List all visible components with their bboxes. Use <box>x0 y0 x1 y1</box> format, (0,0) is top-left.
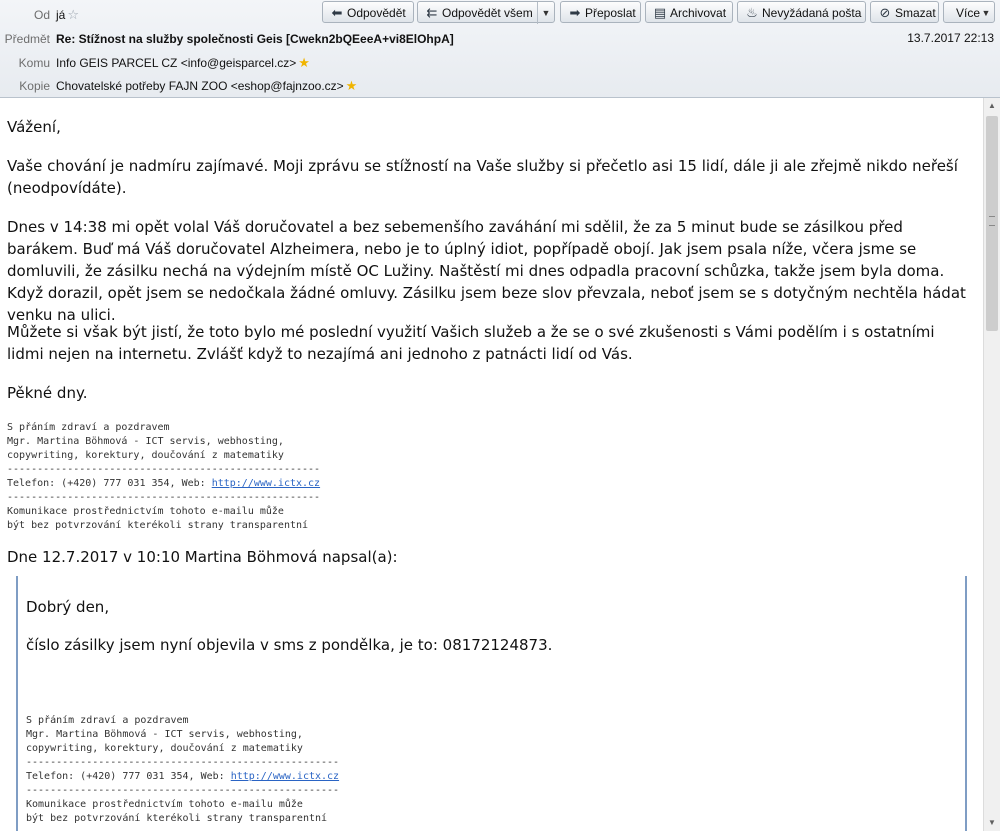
more-button[interactable]: Více ▼ <box>943 1 995 23</box>
forward-icon: ➡ <box>569 5 581 20</box>
message-body: Vážení, Vaše chování je nadmíru zajímavé… <box>0 98 983 831</box>
to-row: Komu Info GEIS PARCEL CZ <info@geisparce… <box>0 53 400 73</box>
signature-separator: ----------------------------------------… <box>26 757 340 768</box>
website-link[interactable]: http://www.ictx.cz <box>231 771 339 782</box>
signature-line: S přáním zdraví a pozdravem <box>7 422 170 433</box>
forward-button[interactable]: ➡ Přeposlat <box>560 1 641 23</box>
greeting: Vážení, <box>7 118 61 136</box>
signature-contact: Telefon: (+420) 777 031 354, Web: http:/… <box>26 770 339 784</box>
signature-contact: Telefon: (+420) 777 031 354, Web: http:/… <box>7 477 320 491</box>
signature-separator: ----------------------------------------… <box>7 492 321 503</box>
star-icon[interactable]: ★ <box>298 55 310 70</box>
star-icon[interactable]: ☆ <box>67 7 79 22</box>
signature-separator: ----------------------------------------… <box>26 785 340 796</box>
reply-all-button[interactable]: ⇇ Odpovědět všem ▼ <box>417 1 555 24</box>
paragraph-3: Můžete si však být jistí, že toto bylo m… <box>7 323 935 363</box>
message-date: 13.7.2017 22:13 <box>907 31 994 45</box>
signature-line: být bez potvrzování kterékoli strany tra… <box>7 520 309 531</box>
more-dropdown-icon: ▼ <box>981 8 991 18</box>
reply-icon: ⬅ <box>331 5 343 20</box>
quote-greeting: Dobrý den, <box>26 598 110 616</box>
quoted-message: Dobrý den, číslo zásilky jsem nyní objev… <box>16 576 967 831</box>
scroll-down-icon[interactable]: ▼ <box>984 815 1000 831</box>
signature-phone: Telefon: (+420) 777 031 354, Web: <box>7 478 212 489</box>
scroll-up-icon[interactable]: ▲ <box>984 98 1000 114</box>
signature-line: copywriting, korektury, doučování z mate… <box>7 450 284 461</box>
reply-button[interactable]: ⬅ Odpovědět <box>322 1 414 23</box>
signature-line: copywriting, korektury, doučování z mate… <box>26 743 303 754</box>
from-address[interactable]: já <box>56 8 65 22</box>
forward-label: Přeposlat <box>585 6 636 20</box>
delete-button[interactable]: ⊘ Smazat <box>870 1 939 23</box>
from-row: Od já ☆ <box>0 5 320 25</box>
quote-paragraph: číslo zásilky jsem nyní objevila v sms z… <box>26 636 553 654</box>
quote-header: Dne 12.7.2017 v 10:10 Martina Böhmová na… <box>7 548 398 566</box>
paragraph-2: Dnes v 14:38 mi opět volal Váš doručovat… <box>7 218 966 324</box>
to-value: Info GEIS PARCEL CZ <info@geisparcel.cz>… <box>56 53 310 73</box>
reply-all-label: Odpovědět všem <box>442 6 533 20</box>
website-link[interactable]: http://www.ictx.cz <box>212 478 320 489</box>
archive-icon: ▤ <box>653 5 667 20</box>
reply-all-dropdown-icon[interactable]: ▼ <box>537 2 554 24</box>
from-value[interactable]: já ☆ <box>56 5 79 25</box>
signature-line: Komunikace prostřednictvím tohoto e-mail… <box>7 506 284 517</box>
signature-line: Mgr. Martina Böhmová - ICT servis, webho… <box>26 729 303 740</box>
message-header: Od já ☆ ⬅ Odpovědět ⇇ Odpovědět všem ▼ ➡ Pře… <box>0 0 1000 98</box>
vertical-scrollbar[interactable]: ▲ ▼ <box>983 98 1000 831</box>
subject-label: Předmět <box>4 32 50 46</box>
reply-label: Odpovědět <box>347 6 406 20</box>
from-label: Od <box>33 8 50 22</box>
signature-line: být bez potvrzování kterékoli strany tra… <box>26 813 328 824</box>
paragraph-1: Vaše chování je nadmíru zajímavé. Moji z… <box>7 157 958 197</box>
delete-label: Smazat <box>895 6 936 20</box>
to-address[interactable]: Info GEIS PARCEL CZ <info@geisparcel.cz> <box>56 56 296 70</box>
cc-label: Kopie <box>19 79 50 93</box>
junk-button[interactable]: ♨ Nevyžádaná pošta <box>737 1 866 23</box>
more-label: Více <box>956 6 981 20</box>
to-label: Komu <box>18 56 50 70</box>
reply-all-icon: ⇇ <box>426 5 438 20</box>
subject-value: Re: Stížnost na služby společnosti Geis … <box>56 32 454 46</box>
signature-separator: ----------------------------------------… <box>7 464 321 475</box>
signature-phone: Telefon: (+420) 777 031 354, Web: <box>26 771 231 782</box>
signature: S přáním zdraví a pozdravem Mgr. Martina … <box>7 421 320 533</box>
quote-signature: S přáním zdraví a pozdravem Mgr. Martina … <box>26 714 339 826</box>
grip-icon <box>989 216 995 226</box>
signature-line: S přáním zdraví a pozdravem <box>26 715 189 726</box>
star-icon[interactable]: ★ <box>346 78 358 93</box>
delete-icon: ⊘ <box>879 5 891 20</box>
closing: Pěkné dny. <box>7 384 88 402</box>
junk-icon: ♨ <box>746 5 758 20</box>
subject-row: Předmět Re: Stížnost na služby společnos… <box>0 29 900 49</box>
junk-label: Nevyžádaná pošta <box>762 6 862 20</box>
signature-line: Mgr. Martina Böhmová - ICT servis, webho… <box>7 436 284 447</box>
signature-line: Komunikace prostřednictvím tohoto e-mail… <box>26 799 303 810</box>
archive-label: Archivovat <box>670 6 727 20</box>
cc-row: Kopie Chovatelské potřeby FAJN ZOO <esho… <box>0 76 400 96</box>
cc-address[interactable]: Chovatelské potřeby FAJN ZOO <eshop@fajn… <box>56 79 344 93</box>
archive-button[interactable]: ▤ Archivovat <box>645 1 733 23</box>
scrollbar-thumb[interactable] <box>986 116 998 331</box>
cc-value: Chovatelské potřeby FAJN ZOO <eshop@fajn… <box>56 76 357 96</box>
